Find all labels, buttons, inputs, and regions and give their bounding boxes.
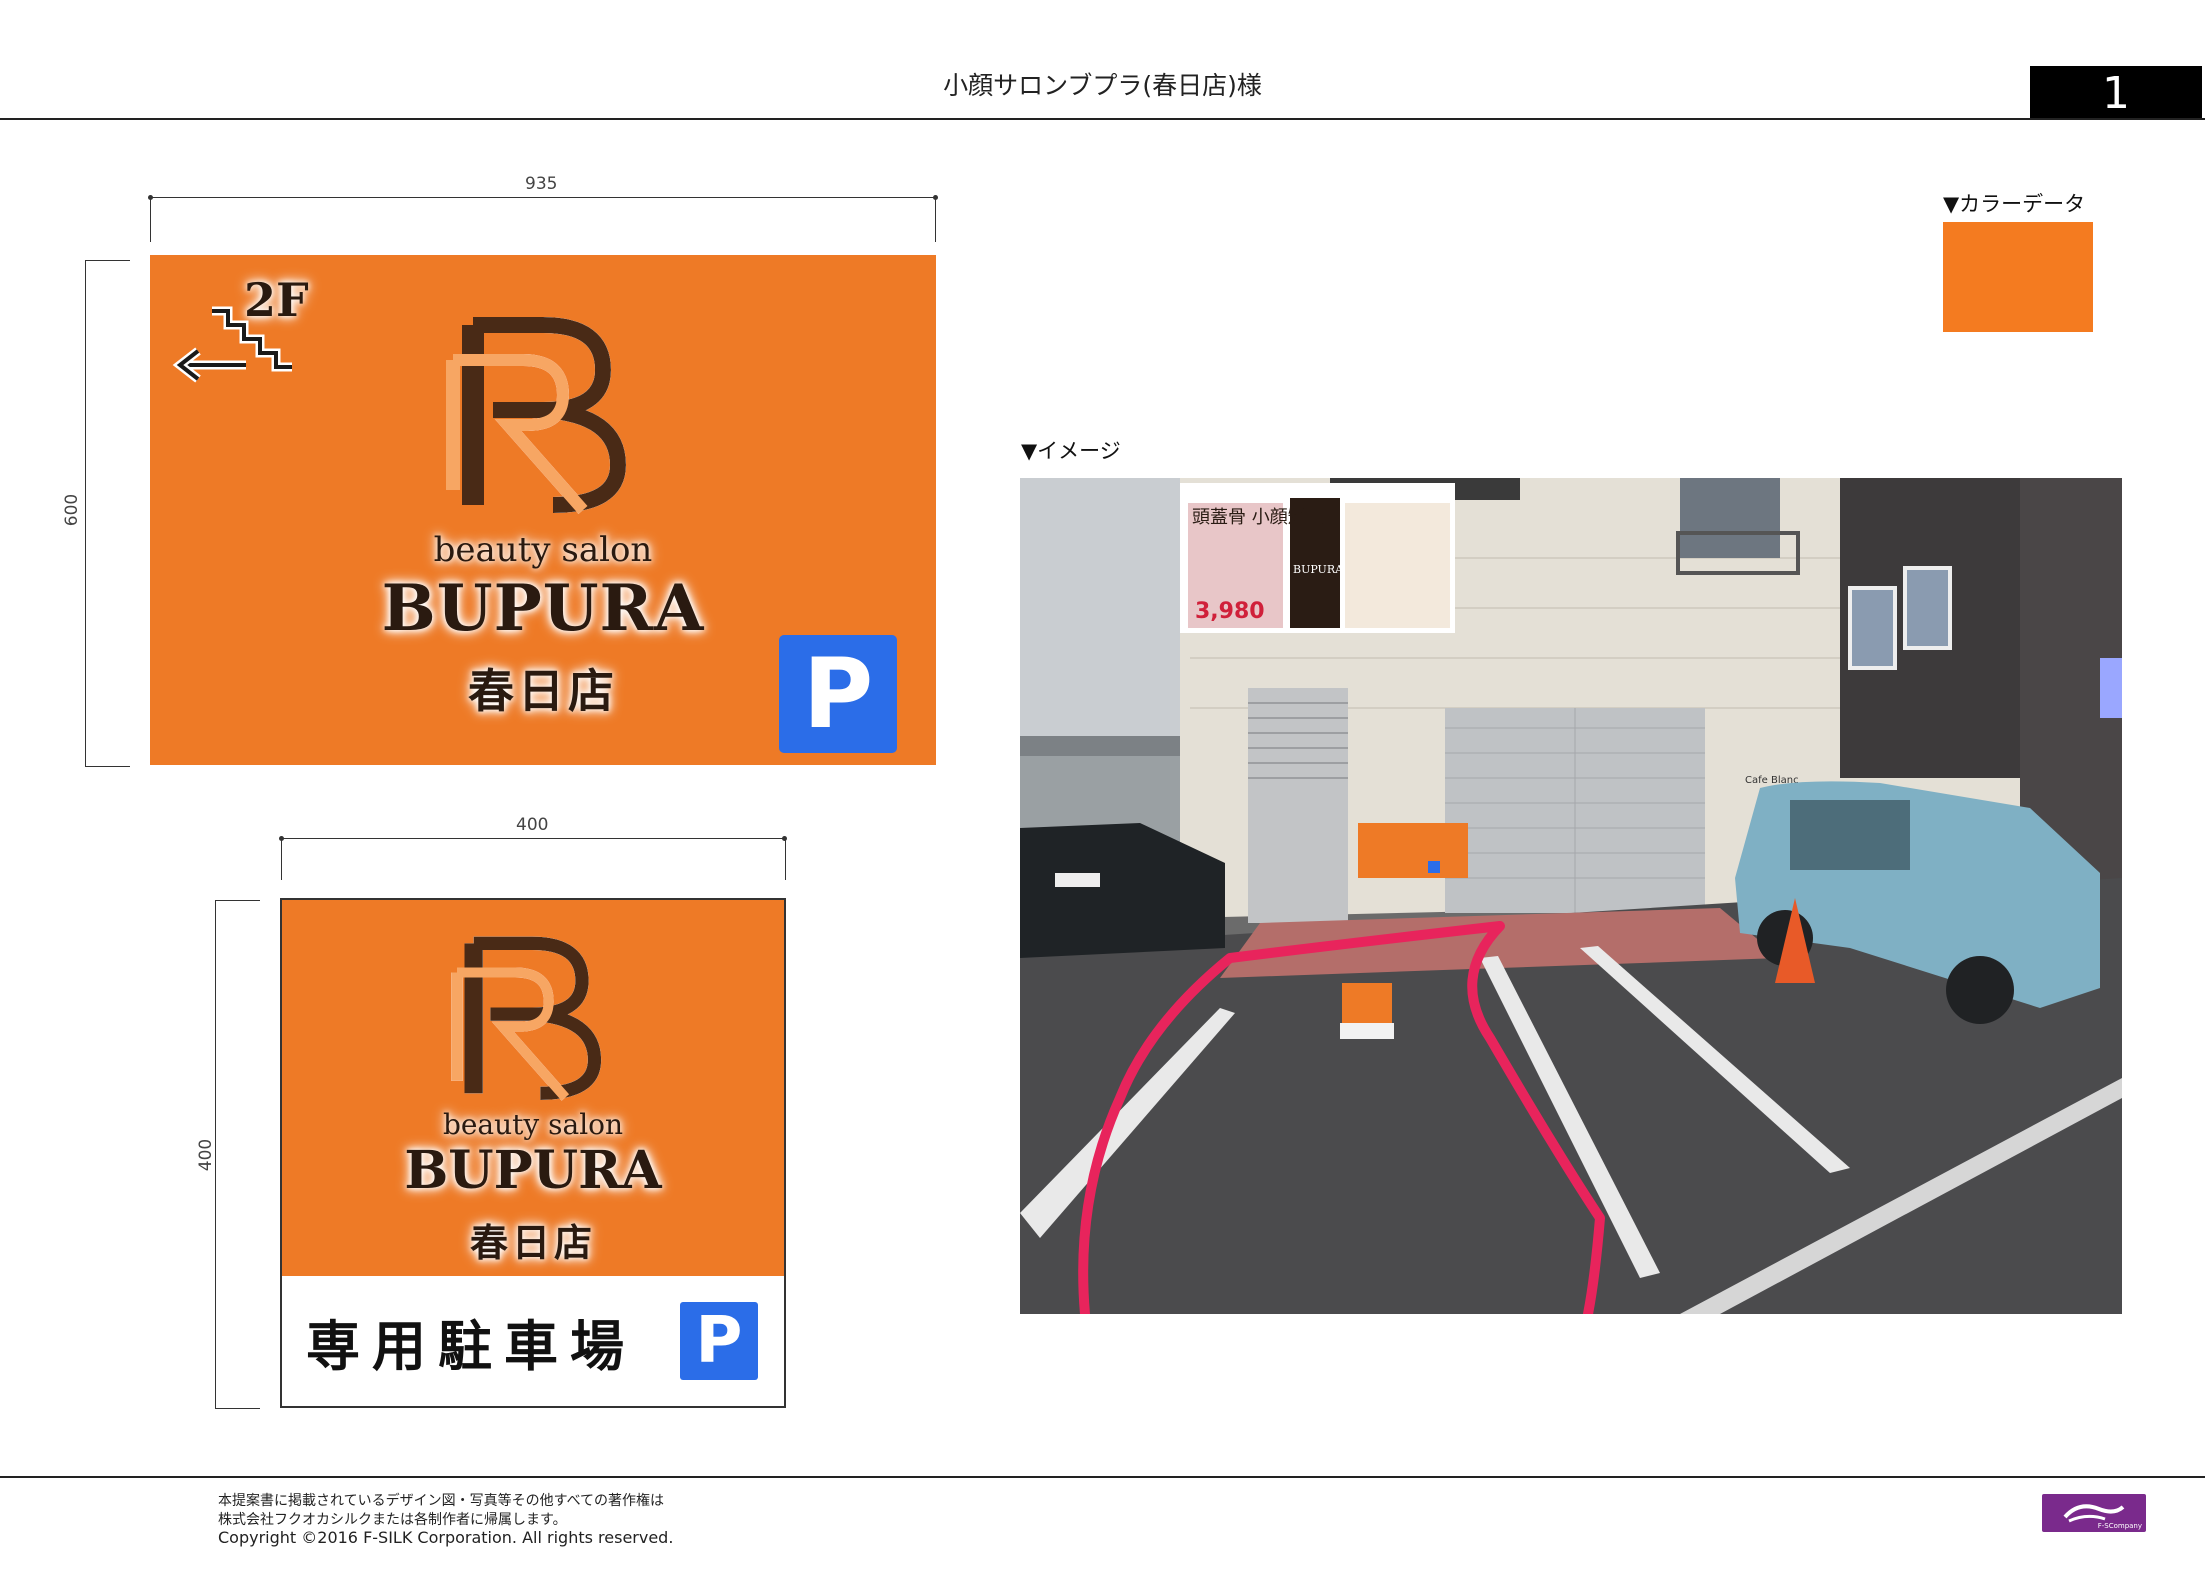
footer-copyright-line-1: 本提案書に掲載されているデザイン図・写真等その他すべての著作権は: [218, 1493, 665, 1509]
branch-name: 春日店: [469, 1220, 596, 1265]
document-title: 小顔サロンブプラ(春日店)様: [943, 71, 1262, 100]
dedicated-parking-text: 専用駐車場: [306, 1314, 636, 1378]
large-sign-height-line: [85, 260, 86, 766]
small-sign-width-line: [281, 838, 785, 839]
dim-extension: [215, 900, 260, 901]
image-section-label: ▼イメージ: [1021, 439, 1121, 463]
large-sign: 2F beauty salon BUPURA 春日店 P: [150, 255, 936, 765]
large-sign-width-label: 935: [525, 174, 558, 194]
storefront-photo-graphic: 頭蓋骨 小顔矯正 3,980 BUPURA Cafe Blanc: [1020, 478, 2122, 1314]
dim-extension: [85, 260, 130, 261]
dim-extension: [150, 197, 151, 242]
bupura-logo-icon: [451, 936, 602, 1101]
dim-extension: [281, 838, 282, 880]
large-sign-width-line: [150, 197, 936, 198]
company-logo-text: F-SCompany: [2097, 1522, 2142, 1530]
bupura-logo-icon: [446, 317, 627, 514]
parking-p-icon: P: [680, 1302, 758, 1380]
dim-extension: [935, 197, 936, 242]
footer-divider: [0, 1476, 2205, 1478]
dim-extension: [85, 766, 130, 767]
dim-extension: [215, 1408, 260, 1409]
large-sign-height-label: 600: [62, 493, 83, 527]
footer-copyright-line-3: Copyright ©2016 F-SILK Corporation. All …: [218, 1528, 674, 1547]
dim-extension: [785, 838, 786, 880]
footer-copyright-line-2: 株式会社フクオカシルクまたは各制作者に帰属します。: [218, 1512, 567, 1528]
color-data-label: ▼カラーデータ: [1943, 192, 2086, 216]
small-sign-orange-panel: beauty salon BUPURA 春日店: [282, 900, 784, 1276]
storefront-photo: 頭蓋骨 小顔矯正 3,980 BUPURA Cafe Blanc: [1020, 478, 2122, 1314]
small-sign-height-label: 400: [196, 1138, 217, 1172]
parking-p-icon: P: [779, 635, 897, 753]
poster-brand: BUPURA: [1293, 563, 1344, 576]
header-divider: [0, 118, 2205, 120]
brand-subtitle: beauty salon: [442, 1108, 624, 1141]
small-sign: beauty salon BUPURA 春日店 専用駐車場 P: [280, 898, 786, 1408]
poster-text: 頭蓋骨 小顔矯正: [1192, 507, 1324, 528]
poster-price: 3,980: [1195, 599, 1265, 624]
company-logo: F-SCompany: [2042, 1494, 2146, 1532]
brand-name: BUPURA: [404, 1140, 662, 1201]
small-sign-width-label: 400: [516, 815, 549, 835]
page-number: 1: [2030, 66, 2202, 120]
brand-subtitle: beauty salon: [433, 530, 653, 570]
color-swatch: [1943, 222, 2093, 332]
floor-label: 2F: [244, 273, 309, 327]
